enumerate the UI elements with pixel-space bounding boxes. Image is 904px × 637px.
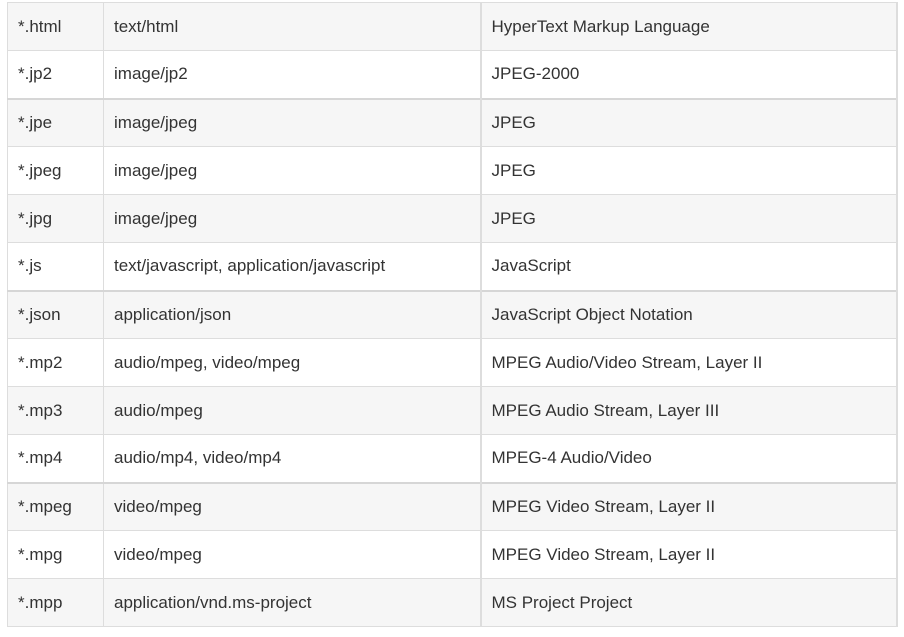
- description-cell: JavaScript Object Notation: [479, 289, 898, 339]
- extension-cell: *.jpeg: [7, 146, 104, 195]
- table-row: *.html text/html HyperText Markup Langua…: [7, 2, 898, 51]
- description-cell: MPEG Video Stream, Layer II: [479, 481, 898, 531]
- description-cell: MPEG Audio Stream, Layer III: [479, 386, 898, 435]
- table-row: *.mpp application/vnd.ms-project MS Proj…: [7, 578, 898, 627]
- mime-type-cell: audio/mpeg: [103, 386, 481, 435]
- table-row: *.jpeg image/jpeg JPEG: [7, 146, 898, 195]
- description-cell: JPEG: [479, 146, 898, 195]
- description-cell: MPEG-4 Audio/Video: [479, 434, 898, 483]
- table-row: *.js text/javascript, application/javasc…: [7, 242, 898, 291]
- extension-cell: *.mp2: [7, 338, 104, 387]
- extension-cell: *.mpeg: [7, 481, 104, 531]
- extension-cell: *.mpp: [7, 578, 104, 627]
- table-row: *.mpg video/mpeg MPEG Video Stream, Laye…: [7, 530, 898, 579]
- mime-type-cell: audio/mpeg, video/mpeg: [103, 338, 481, 387]
- description-cell: MPEG Video Stream, Layer II: [479, 530, 898, 579]
- extension-cell: *.mpg: [7, 530, 104, 579]
- mime-type-cell: audio/mp4, video/mp4: [103, 434, 481, 483]
- description-cell: JPEG: [479, 194, 898, 243]
- extension-cell: *.jp2: [7, 50, 104, 99]
- mime-type-cell: video/mpeg: [103, 481, 481, 531]
- mime-type-cell: image/jp2: [103, 50, 481, 99]
- extension-cell: *.jpe: [7, 97, 104, 147]
- table-row: *.jpe image/jpeg JPEG: [7, 97, 898, 147]
- mime-type-cell: image/jpeg: [103, 146, 481, 195]
- table-row: *.json application/json JavaScript Objec…: [7, 289, 898, 339]
- table-body: *.html text/html HyperText Markup Langua…: [7, 2, 898, 627]
- description-cell: HyperText Markup Language: [479, 2, 898, 51]
- mime-type-cell: text/javascript, application/javascript: [103, 242, 481, 291]
- extension-cell: *.json: [7, 289, 104, 339]
- mime-type-cell: video/mpeg: [103, 530, 481, 579]
- description-cell: MS Project Project: [479, 578, 898, 627]
- mime-type-cell: application/vnd.ms-project: [103, 578, 481, 627]
- extension-cell: *.mp4: [7, 434, 104, 483]
- table-row: *.jpg image/jpeg JPEG: [7, 194, 898, 243]
- extension-cell: *.js: [7, 242, 104, 291]
- table-row: *.jp2 image/jp2 JPEG-2000: [7, 50, 898, 99]
- table-row: *.mp2 audio/mpeg, video/mpeg MPEG Audio/…: [7, 338, 898, 387]
- description-cell: JPEG: [479, 97, 898, 147]
- table-row: *.mp3 audio/mpeg MPEG Audio Stream, Laye…: [7, 386, 898, 435]
- extension-cell: *.mp3: [7, 386, 104, 435]
- mime-type-cell: image/jpeg: [103, 194, 481, 243]
- description-cell: JavaScript: [479, 242, 898, 291]
- extension-cell: *.html: [7, 2, 104, 51]
- mime-type-cell: text/html: [103, 2, 481, 51]
- mime-type-cell: image/jpeg: [103, 97, 481, 147]
- extension-cell: *.jpg: [7, 194, 104, 243]
- mime-types-table: *.html text/html HyperText Markup Langua…: [7, 2, 898, 627]
- mime-type-cell: application/json: [103, 289, 481, 339]
- mime-types-table-container: *.html text/html HyperText Markup Langua…: [7, 2, 898, 627]
- table-row: *.mp4 audio/mp4, video/mp4 MPEG-4 Audio/…: [7, 434, 898, 483]
- description-cell: JPEG-2000: [479, 50, 898, 99]
- description-cell: MPEG Audio/Video Stream, Layer II: [479, 338, 898, 387]
- table-row: *.mpeg video/mpeg MPEG Video Stream, Lay…: [7, 481, 898, 531]
